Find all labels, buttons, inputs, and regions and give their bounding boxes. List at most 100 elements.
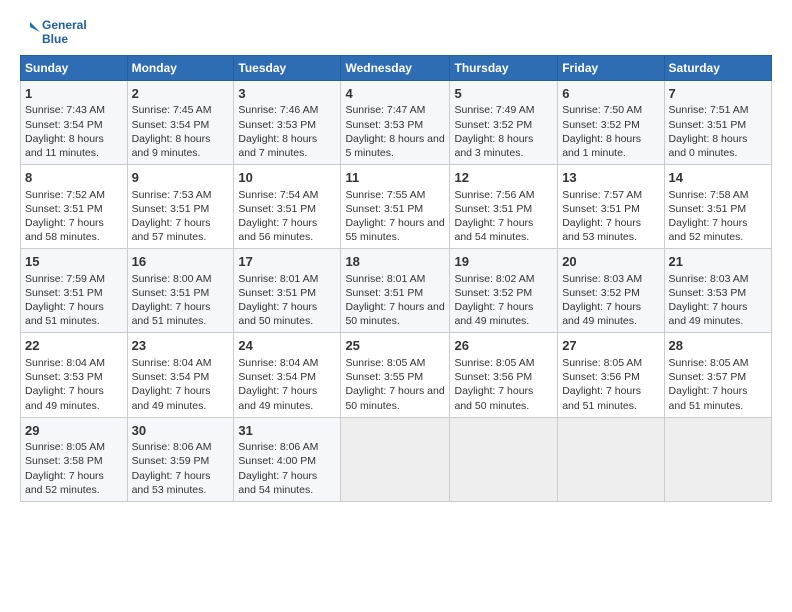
day-cell: 1Sunrise: 7:43 AMSunset: 3:54 PMDaylight…: [21, 80, 128, 164]
sunrise-label: Sunrise: 7:53 AM: [132, 189, 212, 201]
sunrise-label: Sunrise: 8:05 AM: [25, 441, 105, 453]
day-cell: 3Sunrise: 7:46 AM Sunset: 3:53 PM Daylight…: [234, 80, 341, 164]
sunset-label: Sunset: 3:57 PM: [669, 371, 747, 383]
sunset-label: Sunset: 3:51 PM: [345, 287, 423, 299]
sunrise-label: Sunrise: 7:52 AM: [25, 189, 105, 201]
day-number: 14: [669, 169, 767, 187]
sunset-label: Sunset: 3:55 PM: [345, 371, 423, 383]
sunset-label: Sunset: 3:51 PM: [25, 203, 103, 215]
daylight-label: Daylight: 7 hours and 53 minutes.: [132, 470, 211, 496]
daylight-label: Daylight: 7 hours and 49 minutes.: [454, 301, 533, 327]
sunrise-label: Sunrise: 7:54 AM: [238, 189, 318, 201]
day-number: 25: [345, 337, 445, 355]
sunrise-label: Sunrise: 8:03 AM: [669, 273, 749, 285]
day-number: 19: [454, 253, 553, 271]
daylight-label: Daylight: 8 hours and 9 minutes.: [132, 133, 211, 159]
logo-bird-icon: [20, 18, 40, 42]
daylight-label: Daylight: 7 hours and 49 minutes.: [562, 301, 641, 327]
sunrise-label: Sunrise: 8:05 AM: [454, 357, 534, 369]
day-number: 6: [562, 85, 659, 103]
sunrise-label: Sunrise: 7:56 AM: [454, 189, 534, 201]
sunset-label: Sunset: 3:53 PM: [669, 287, 747, 299]
day-number: 5: [454, 85, 553, 103]
sunrise-label: Sunrise: 7:46 AM: [238, 104, 318, 116]
day-number: 16: [132, 253, 230, 271]
day-number: 23: [132, 337, 230, 355]
day-number: 15: [25, 253, 123, 271]
sunrise-label: Sunrise: 7:57 AM: [562, 189, 642, 201]
day-cell: [558, 417, 664, 501]
day-cell: 8 Sunrise: 7:52 AM Sunset: 3:51 PM Daylight…: [21, 165, 128, 249]
sunset-label: Sunset: 3:52 PM: [562, 119, 640, 131]
header-cell-thursday: Thursday: [450, 55, 558, 80]
daylight-label: Daylight: 7 hours and 49 minutes.: [669, 301, 748, 327]
daylight-label: Daylight: 8 hours and 7 minutes.: [238, 133, 317, 159]
sunrise-label: Sunrise: 8:05 AM: [669, 357, 749, 369]
day-number: 30: [132, 422, 230, 440]
daylight-label: Daylight: 7 hours and 56 minutes.: [238, 217, 317, 243]
daylight-label: Daylight: 7 hours and 52 minutes.: [669, 217, 748, 243]
day-cell: 20Sunrise: 8:03 AMSunset: 3:52 PMDayligh…: [558, 249, 664, 333]
day-cell: 31Sunrise: 8:06 AMSunset: 4:00 PMDayligh…: [234, 417, 341, 501]
sunrise-label: Sunrise: 8:06 AM: [132, 441, 212, 453]
sunset-label: Sunset: 3:51 PM: [238, 203, 316, 215]
day-cell: 6Sunrise: 7:50 AMSunset: 3:52 PMDaylight…: [558, 80, 664, 164]
day-cell: 9Sunrise: 7:53 AMSunset: 3:51 PMDaylight…: [127, 165, 234, 249]
day-number: 10: [238, 169, 336, 187]
sunset-label: Sunset: 3:56 PM: [454, 371, 532, 383]
sunset-label: Sunset: 4:00 PM: [238, 455, 316, 467]
sunset-label: Sunset: 3:53 PM: [345, 119, 423, 131]
day-number: 11: [345, 169, 445, 187]
header-cell-friday: Friday: [558, 55, 664, 80]
header-cell-wednesday: Wednesday: [341, 55, 450, 80]
daylight-label: Daylight: 8 hours and 0 minutes.: [669, 133, 748, 159]
day-cell: [450, 417, 558, 501]
day-cell: 15Sunrise: 7:59 AMSunset: 3:51 PMDayligh…: [21, 249, 128, 333]
day-cell: 22Sunrise: 8:04 AMSunset: 3:53 PMDayligh…: [21, 333, 128, 417]
day-cell: 21Sunrise: 8:03 AMSunset: 3:53 PMDayligh…: [664, 249, 771, 333]
daylight-label: Daylight: 7 hours and 50 minutes.: [345, 301, 444, 327]
day-cell: 12Sunrise: 7:56 AMSunset: 3:51 PMDayligh…: [450, 165, 558, 249]
sunrise-label: Sunrise: 8:02 AM: [454, 273, 534, 285]
daylight-label: Daylight: 8 hours and 11 minutes.: [25, 133, 104, 159]
logo-general: General: [42, 18, 87, 32]
day-number: 26: [454, 337, 553, 355]
sunrise-label: Sunrise: 7:58 AM: [669, 189, 749, 201]
sunset-label: Sunset: 3:53 PM: [238, 119, 316, 131]
sunrise-label: Sunrise: 8:03 AM: [562, 273, 642, 285]
day-number: 22: [25, 337, 123, 355]
week-row-5: 29Sunrise: 8:05 AMSunset: 3:58 PMDayligh…: [21, 417, 772, 501]
sunrise-label: Sunrise: 7:50 AM: [562, 104, 642, 116]
day-cell: 14Sunrise: 7:58 AMSunset: 3:51 PMDayligh…: [664, 165, 771, 249]
week-row-2: 8 Sunrise: 7:52 AM Sunset: 3:51 PM Daylight…: [21, 165, 772, 249]
sunrise-label: Sunrise: 7:43 AM: [25, 104, 105, 116]
day-number: 3: [238, 85, 336, 103]
daylight-label: Daylight: 7 hours and 50 minutes.: [238, 301, 317, 327]
day-cell: 17Sunrise: 8:01 AMSunset: 3:51 PMDayligh…: [234, 249, 341, 333]
day-cell: 30Sunrise: 8:06 AMSunset: 3:59 PMDayligh…: [127, 417, 234, 501]
sunrise-label: Sunrise: 8:01 AM: [238, 273, 318, 285]
daylight-label: Daylight: 7 hours and 49 minutes.: [25, 385, 104, 411]
daylight-label: Daylight: 7 hours and 50 minutes.: [454, 385, 533, 411]
day-number: 8: [25, 169, 123, 187]
header-cell-tuesday: Tuesday: [234, 55, 341, 80]
sunset-label: Sunset: 3:51 PM: [25, 287, 103, 299]
day-number: 1: [25, 85, 123, 103]
daylight-label: Daylight: 8 hours and 3 minutes.: [454, 133, 533, 159]
sunset-label: Sunset: 3:51 PM: [132, 287, 210, 299]
sunrise-label: Sunrise: 8:00 AM: [132, 273, 212, 285]
day-number: 17: [238, 253, 336, 271]
daylight-label: Daylight: 7 hours and 58 minutes.: [25, 217, 104, 243]
sunset-label: Sunset: 3:51 PM: [345, 203, 423, 215]
week-row-1: 1Sunrise: 7:43 AMSunset: 3:54 PMDaylight…: [21, 80, 772, 164]
header-cell-monday: Monday: [127, 55, 234, 80]
sunset-label: Sunset: 3:51 PM: [562, 203, 640, 215]
sunset-label: Sunset: 3:51 PM: [454, 203, 532, 215]
daylight-label: Daylight: 7 hours and 49 minutes.: [132, 385, 211, 411]
day-number: 20: [562, 253, 659, 271]
header-cell-saturday: Saturday: [664, 55, 771, 80]
daylight-label: Daylight: 7 hours and 51 minutes.: [132, 301, 211, 327]
day-number: 24: [238, 337, 336, 355]
day-number: 13: [562, 169, 659, 187]
sunrise-label: Sunrise: 8:05 AM: [562, 357, 642, 369]
